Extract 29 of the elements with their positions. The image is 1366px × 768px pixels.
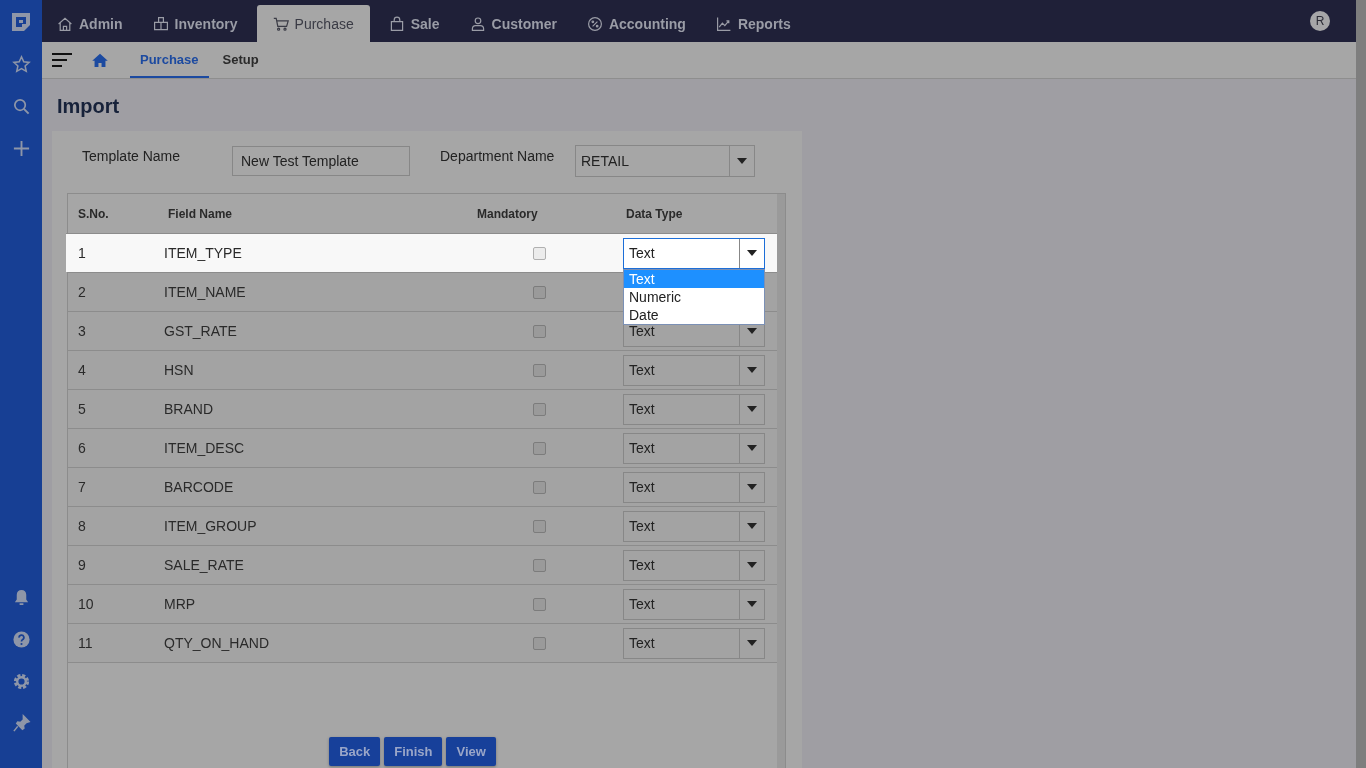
column-header: Field Name: [167, 206, 234, 221]
column-header: S.No.: [77, 206, 110, 221]
table-cell-text: 4: [77, 362, 87, 378]
table-cell-text: HSN: [163, 362, 195, 378]
table-cell-text: 11: [77, 635, 94, 651]
table-cell-text: 3: [77, 323, 87, 339]
field-label: Template Name: [81, 147, 182, 164]
table-cell-text: ITEM_NAME: [163, 284, 247, 300]
page-title: Import: [57, 95, 121, 118]
table-cell-text: 7: [77, 479, 87, 495]
table-cell-text: 8: [77, 518, 87, 534]
field-label: Department Name: [439, 147, 556, 164]
table-cell-text: ITEM_TYPE: [163, 245, 243, 261]
column-header: Mandatory: [476, 206, 539, 221]
table-cell-text: 2: [77, 284, 87, 300]
table-cell-text: MRP: [163, 596, 197, 612]
table-cell-text: QTY_ON_HAND: [163, 635, 271, 651]
table-cell-text: BARCODE: [163, 479, 235, 495]
table-cell-text: 10: [77, 596, 95, 612]
column-header: Data Type: [625, 206, 684, 221]
table-cell-text: 1: [77, 245, 87, 261]
table-cell-text: GST_RATE: [163, 323, 238, 339]
table-cell-text: ITEM_DESC: [163, 440, 246, 456]
table-cell-text: BRAND: [163, 401, 214, 417]
table-cell-text: 5: [77, 401, 87, 417]
table-cell-text: 6: [77, 440, 87, 456]
table-cell-text: ITEM_GROUP: [163, 518, 258, 534]
table-cell-text: 9: [77, 557, 87, 573]
table-cell-text: SALE_RATE: [163, 557, 245, 573]
